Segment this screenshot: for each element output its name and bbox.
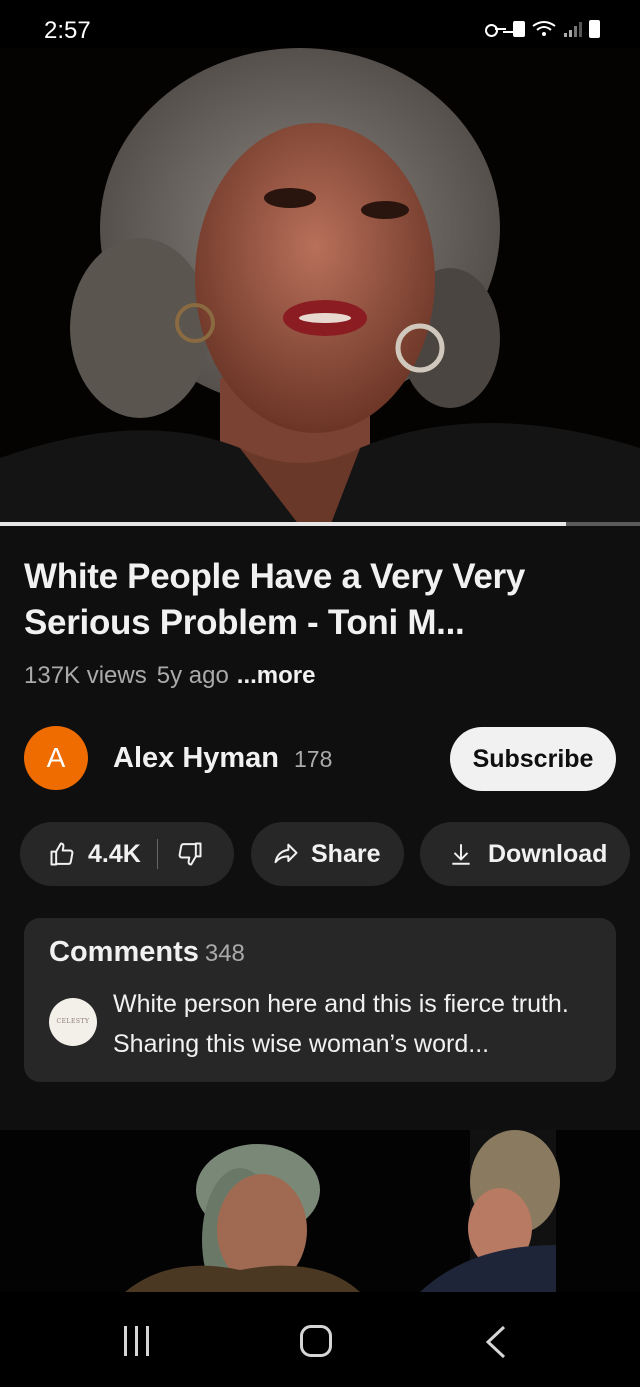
commenter-avatar-text: CELESTY (56, 1018, 90, 1025)
subscribe-button[interactable]: Subscribe (450, 727, 616, 791)
signal-icon (564, 22, 582, 37)
recents-icon[interactable] (122, 1326, 154, 1356)
vpn-key-icon (485, 22, 507, 37)
more-button[interactable]: ...more (237, 662, 316, 689)
download-button[interactable]: Download (420, 822, 630, 886)
like-count[interactable]: 4.4K (88, 840, 141, 869)
comments-header: Comments 348 (49, 936, 245, 969)
download-icon (452, 844, 470, 865)
video-progress-bar[interactable] (0, 522, 640, 526)
share-icon (274, 843, 298, 864)
battery-icon (589, 20, 600, 38)
commenter-avatar: CELESTY (49, 998, 97, 1046)
like-dislike-pill: 4.4K (20, 822, 234, 886)
subscriber-count: 178 (294, 746, 333, 772)
comments-title: Comments (49, 936, 199, 968)
next-video-thumbnail[interactable] (0, 1130, 640, 1292)
video-meta[interactable]: 137K views 5y ago ...more (24, 662, 316, 690)
wifi-icon (532, 21, 556, 36)
comments-count: 348 (204, 940, 245, 967)
back-icon[interactable] (484, 1325, 508, 1359)
share-button[interactable]: Share (251, 822, 404, 886)
thumbs-down-icon[interactable] (176, 840, 204, 868)
status-time: 2:57 (44, 17, 91, 44)
video-title[interactable]: White People Have a Very Very Serious Pr… (24, 554, 624, 646)
channel-avatar[interactable]: A (24, 726, 88, 790)
system-nav-bar (0, 1292, 640, 1387)
channel-name[interactable]: Alex Hyman (113, 742, 279, 775)
next-video-frame (0, 1130, 640, 1292)
upload-age: 5y ago (156, 662, 229, 689)
video-frame (0, 48, 640, 526)
thumbs-up-icon[interactable] (48, 840, 76, 868)
share-label: Share (311, 839, 381, 868)
comments-card[interactable]: Comments 348 CELESTY White person here an… (24, 918, 616, 1082)
home-icon[interactable] (300, 1325, 332, 1357)
top-comment-text: White person here and this is fierce tru… (113, 990, 569, 1058)
video-player[interactable] (0, 48, 640, 526)
lock-icon (513, 21, 525, 37)
status-bar: 2:57 (0, 0, 640, 48)
download-label: Download (488, 839, 608, 868)
channel-row: A Alex Hyman 178 Subscribe (24, 726, 616, 791)
status-icons (485, 20, 600, 38)
view-count: 137K views (24, 662, 147, 689)
like-divider (156, 839, 158, 869)
video-progress-fill (0, 522, 567, 526)
